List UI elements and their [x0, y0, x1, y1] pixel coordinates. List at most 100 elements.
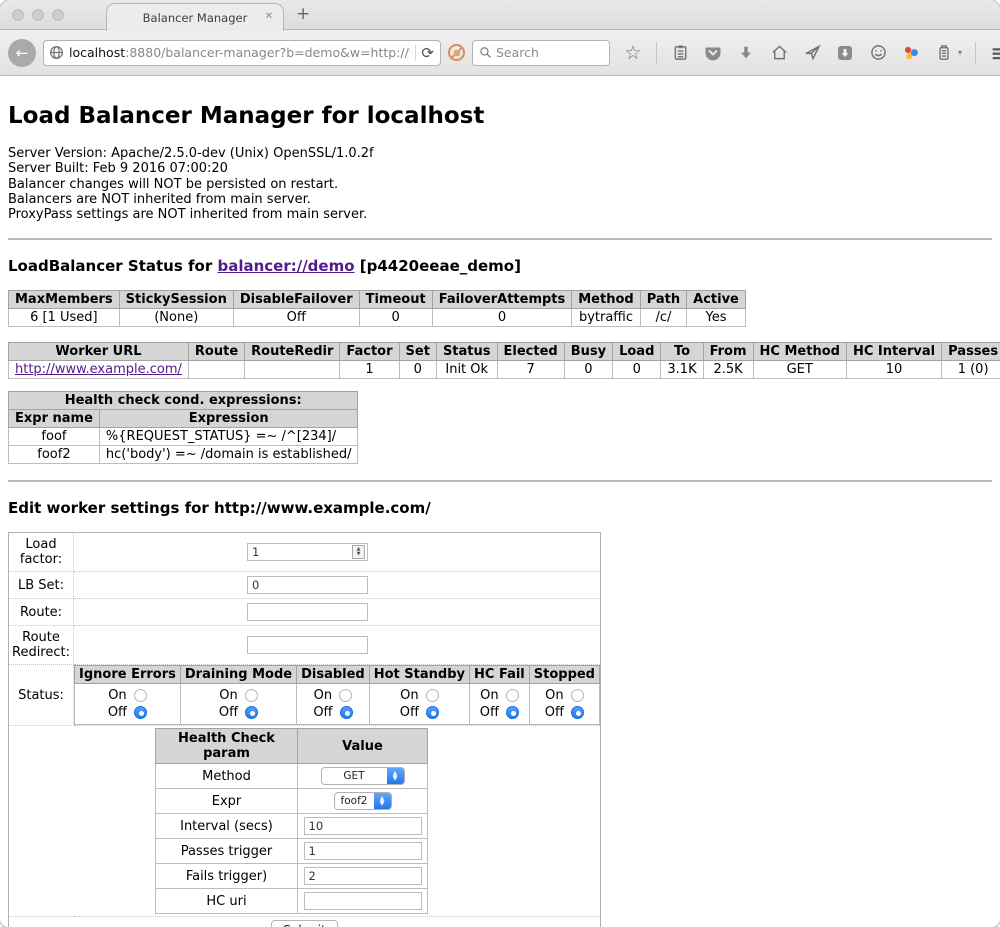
table-cell: 1: [340, 361, 399, 379]
status-row: Status: Ignore ErrorsDraining ModeDisabl…: [9, 665, 601, 726]
route-redirect-input[interactable]: [247, 636, 368, 654]
new-tab-button[interactable]: +: [296, 4, 310, 24]
send-tab-icon[interactable]: [802, 43, 822, 63]
expr-name-cell: foof: [9, 428, 100, 446]
table-cell: Off: [233, 309, 359, 327]
back-arrow-icon: ←: [16, 44, 29, 62]
radio-on[interactable]: [339, 689, 352, 702]
battery-extension-icon[interactable]: [934, 43, 954, 63]
downloads-icon[interactable]: [736, 43, 756, 63]
pocket-icon[interactable]: [703, 43, 723, 63]
radio-on[interactable]: [245, 689, 258, 702]
expression-cell: hc('body') =~ /domain is established/: [99, 446, 358, 464]
worker-data-row: http://www.example.com/ 10Init Ok7003.1K…: [9, 361, 1000, 379]
search-input[interactable]: [496, 45, 603, 60]
hc-uri-input[interactable]: [304, 892, 422, 910]
method-select[interactable]: GET ▲▼: [321, 767, 405, 785]
status-column-header: Hot Standby: [369, 666, 469, 684]
radio-off-label: Off: [313, 704, 332, 721]
page-content: Load Balancer Manager for localhost Serv…: [0, 76, 1000, 927]
hc-method-label: Method: [156, 764, 298, 789]
status-radio-cell: On Off: [470, 684, 530, 725]
route-row: Route:: [9, 599, 601, 626]
back-button[interactable]: ←: [8, 39, 36, 67]
hc-uri-row: HC uri: [156, 889, 428, 914]
load-factor-input[interactable]: [247, 543, 368, 561]
url-host: localhost: [69, 45, 125, 60]
fails-input[interactable]: [304, 867, 422, 885]
url-bar[interactable]: localhost:8880/balancer-manager?b=demo&w…: [43, 40, 441, 66]
column-header: DisableFailover: [233, 291, 359, 309]
content-blocked-icon[interactable]: [448, 44, 465, 61]
balancer-status-table: MaxMembersStickySessionDisableFailoverTi…: [8, 290, 746, 327]
status-radio-cell: On Off: [75, 684, 181, 725]
radio-off[interactable]: [426, 706, 439, 719]
balancer-header-row: MaxMembersStickySessionDisableFailoverTi…: [9, 291, 746, 309]
health-check-row: Health Check param Value Method GET ▲▼: [9, 726, 601, 917]
column-header: Method: [572, 291, 640, 309]
home-icon[interactable]: [769, 43, 789, 63]
radio-off[interactable]: [245, 706, 258, 719]
feedback-smiley-icon[interactable]: [868, 43, 888, 63]
column-header: HC Interval: [846, 343, 941, 361]
radio-on[interactable]: [426, 689, 439, 702]
radio-on[interactable]: [134, 689, 147, 702]
expr-rows: foof %{REQUEST_STATUS} =~ /^[234]/ foof2…: [9, 428, 358, 464]
expr-row: foof2 hc('body') =~ /domain is establish…: [9, 446, 358, 464]
lb-set-input[interactable]: [247, 576, 368, 594]
edit-worker-heading: Edit worker settings for http://www.exam…: [8, 499, 992, 517]
interval-input[interactable]: [304, 817, 422, 835]
column-header: Worker URL: [9, 343, 189, 361]
radio-off-label: Off: [480, 704, 499, 721]
radio-off[interactable]: [340, 706, 353, 719]
tab-balancer-manager[interactable]: Balancer Manager ✕: [106, 3, 284, 31]
balancer-link[interactable]: balancer://demo: [217, 257, 354, 275]
radio-on[interactable]: [506, 689, 519, 702]
worker-url-link[interactable]: http://www.example.com/: [15, 362, 182, 377]
close-window-button[interactable]: [12, 9, 24, 21]
hc-fails-label: Fails trigger): [156, 864, 298, 889]
menu-hamburger-icon[interactable]: ≡: [989, 43, 1000, 63]
hc-interval-row: Interval (secs): [156, 814, 428, 839]
table-cell: Yes: [687, 309, 746, 327]
edit-worker-form: Load factor: ▲▼ LB Set: Route: Route Red…: [8, 532, 601, 927]
radio-off[interactable]: [134, 706, 147, 719]
column-header: Active: [687, 291, 746, 309]
hc-fails-row: Fails trigger): [156, 864, 428, 889]
expression-header: Expression: [99, 410, 358, 428]
reload-icon[interactable]: ⟳: [421, 44, 436, 62]
url-text[interactable]: localhost:8880/balancer-manager?b=demo&w…: [69, 45, 410, 60]
expr-select[interactable]: foof2 ▲▼: [334, 792, 392, 810]
column-header: StickySession: [119, 291, 233, 309]
table-cell: (None): [119, 309, 233, 327]
hc-param-header: Health Check param: [156, 729, 298, 764]
page-title: Load Balancer Manager for localhost: [8, 76, 992, 129]
select-arrows-icon: ▲▼: [387, 768, 404, 784]
hc-expr-row: Expr foof2 ▲▼: [156, 789, 428, 814]
column-header: Factor: [340, 343, 399, 361]
search-bar[interactable]: [472, 40, 610, 66]
submit-button[interactable]: Submit: [271, 920, 338, 927]
radio-off[interactable]: [506, 706, 519, 719]
lb-set-row: LB Set:: [9, 572, 601, 599]
bookmark-star-icon[interactable]: ☆: [623, 43, 643, 63]
route-input[interactable]: [247, 603, 368, 621]
reading-list-icon[interactable]: [670, 43, 690, 63]
passes-input[interactable]: [304, 842, 422, 860]
radio-on[interactable]: [571, 689, 584, 702]
minimize-window-button[interactable]: [32, 9, 44, 21]
url-divider: [415, 45, 416, 61]
chevron-down-icon[interactable]: ▾: [958, 48, 962, 57]
column-header: Set: [399, 343, 436, 361]
table-cell: 10: [846, 361, 941, 379]
submit-row: Submit: [9, 917, 601, 927]
multi-color-extension-icon[interactable]: [901, 43, 921, 63]
radio-off[interactable]: [571, 706, 584, 719]
toolbar-icons: ☆: [623, 42, 1000, 64]
number-stepper-icon[interactable]: ▲▼: [352, 545, 365, 559]
browser-window: Balancer Manager ✕ + ← localhost:8880/ba…: [0, 0, 1000, 927]
status-options-table: Ignore ErrorsDraining ModeDisabledHot St…: [74, 665, 600, 725]
close-tab-icon[interactable]: ✕: [265, 11, 273, 22]
save-to-device-icon[interactable]: [835, 43, 855, 63]
zoom-window-button[interactable]: [52, 9, 64, 21]
